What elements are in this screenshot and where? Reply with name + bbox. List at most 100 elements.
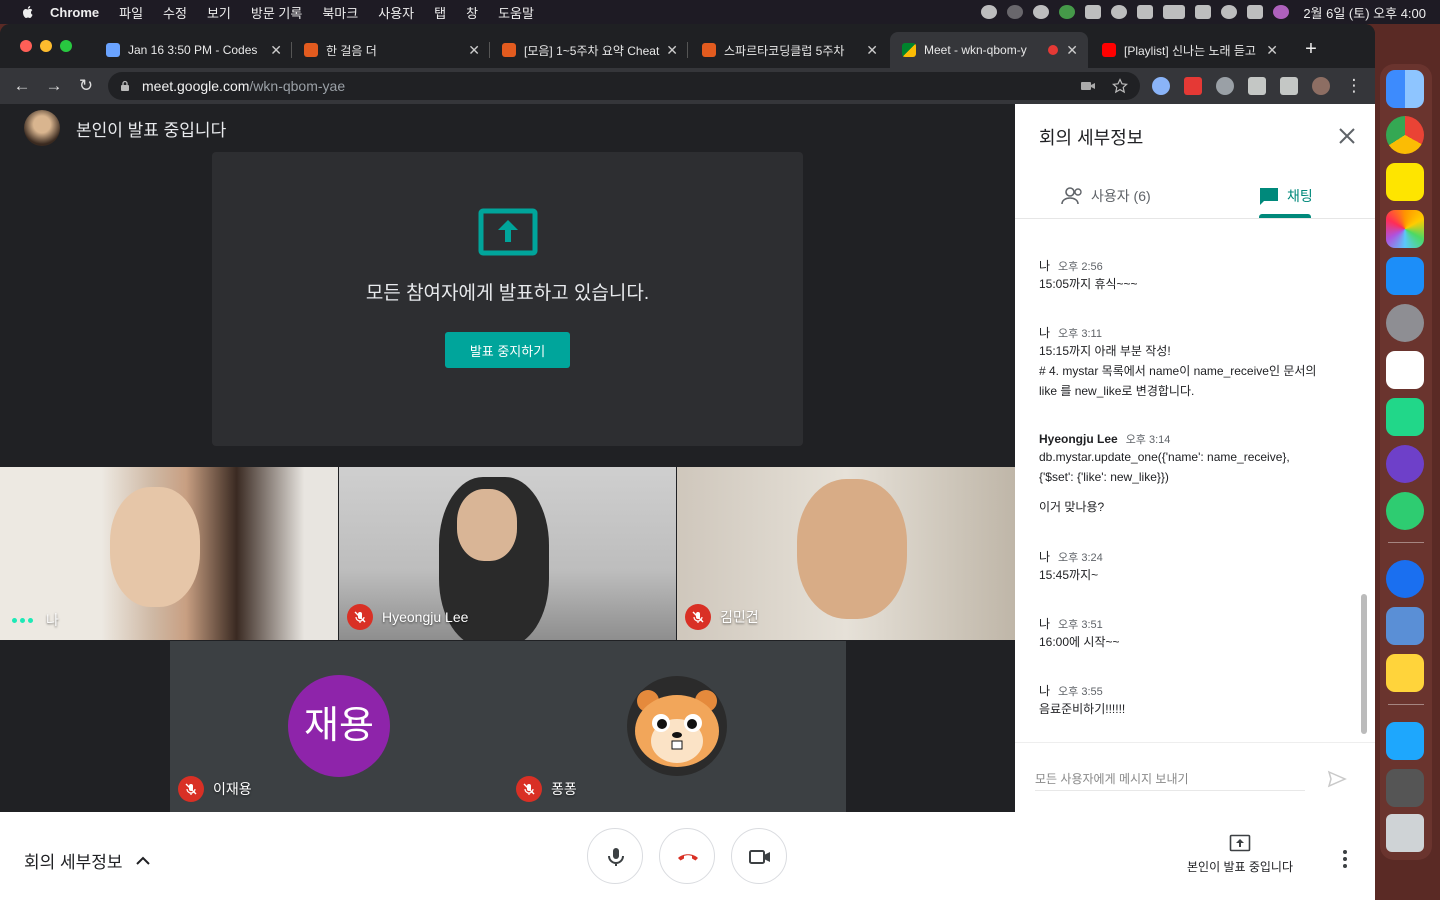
menubar-clock[interactable]: 2월 6일 (토) 오후 4:00 bbox=[1303, 3, 1426, 22]
github-desktop-icon[interactable] bbox=[1386, 445, 1424, 483]
menu-help[interactable]: 도움말 bbox=[498, 3, 534, 22]
presenting-now-button[interactable]: 본인이 발표 중입니다 bbox=[1180, 834, 1300, 875]
tab-youtube-playlist[interactable]: [Playlist] 신나는 노래 듣고 ✕ bbox=[1090, 32, 1288, 68]
close-tab-icon[interactable]: ✕ bbox=[1066, 42, 1078, 59]
extension-privacy-icon[interactable] bbox=[1152, 77, 1170, 95]
apple-icon[interactable] bbox=[20, 4, 36, 20]
network-icon[interactable] bbox=[1085, 5, 1102, 19]
finder-icon[interactable] bbox=[1386, 70, 1424, 108]
media-control-icon[interactable] bbox=[1280, 77, 1298, 95]
microphone-button[interactable] bbox=[587, 828, 643, 884]
password-manager-icon[interactable] bbox=[1033, 5, 1050, 19]
video-tile-leejaeyong[interactable]: 재용 이재용 bbox=[170, 641, 508, 812]
presentation-card: 모든 참여자에게 발표하고 있습니다. 발표 중지하기 bbox=[212, 152, 803, 446]
profile-avatar[interactable] bbox=[1312, 77, 1330, 95]
presenting-message: 모든 참여자에게 발표하고 있습니다. bbox=[365, 283, 650, 304]
video-tile-pongpong[interactable]: 퐁퐁 bbox=[508, 641, 846, 812]
close-tab-icon[interactable]: ✕ bbox=[666, 42, 678, 59]
recording-indicator-icon bbox=[1048, 45, 1058, 55]
dollar-icon[interactable] bbox=[1059, 5, 1076, 19]
menu-edit[interactable]: 수정 bbox=[163, 3, 187, 22]
tab-meet[interactable]: Meet - wkn-qbom-y ✕ bbox=[890, 32, 1088, 68]
chat-scrollbar[interactable] bbox=[1361, 594, 1367, 734]
close-icon[interactable] bbox=[1337, 126, 1357, 146]
participant-face bbox=[110, 487, 200, 607]
control-center-icon[interactable] bbox=[1247, 5, 1264, 19]
extensions-puzzle-icon[interactable] bbox=[1248, 77, 1266, 95]
minimize-window-button[interactable] bbox=[40, 40, 52, 52]
new-tab-button[interactable]: + bbox=[1300, 38, 1322, 61]
trash-icon[interactable] bbox=[1386, 814, 1424, 852]
forward-button[interactable]: → bbox=[42, 74, 66, 98]
slack-icon[interactable] bbox=[1386, 351, 1424, 389]
minimized-window-icon[interactable] bbox=[1386, 769, 1424, 807]
tab-sparta-week5[interactable]: 스파르타코딩클럽 5주차 ✕ bbox=[690, 32, 888, 68]
menu-app-name[interactable]: Chrome bbox=[50, 5, 99, 20]
camera-button[interactable] bbox=[731, 828, 787, 884]
close-window-button[interactable] bbox=[20, 40, 32, 52]
stop-presenting-button[interactable]: 발표 중지하기 bbox=[445, 332, 570, 368]
camera-in-use-icon[interactable] bbox=[1080, 79, 1096, 93]
play-icon[interactable] bbox=[1111, 5, 1128, 19]
menu-profiles[interactable]: 사용자 bbox=[378, 3, 414, 22]
siri-icon[interactable] bbox=[1273, 5, 1290, 19]
close-tab-icon[interactable]: ✕ bbox=[270, 42, 282, 59]
tab-one-step-more[interactable]: 한 걸음 더 ✕ bbox=[292, 32, 490, 68]
menu-bookmarks[interactable]: 북마크 bbox=[322, 3, 358, 22]
chrome-icon[interactable] bbox=[1386, 116, 1424, 154]
video-tile-self[interactable]: 나 bbox=[0, 467, 338, 640]
url-path: /wkn-qbom-yae bbox=[249, 78, 346, 94]
close-tab-icon[interactable]: ✕ bbox=[468, 42, 480, 59]
pycharm-icon[interactable] bbox=[1386, 398, 1424, 436]
chat-messages[interactable]: 나 오후 2:56 15:05까지 휴식~~~ 나 오후 3:11 15:15까지 … bbox=[1015, 219, 1375, 742]
tab-chat[interactable]: 채팅 bbox=[1259, 174, 1313, 218]
menu-tab[interactable]: 탭 bbox=[434, 3, 446, 22]
zoom-window-button[interactable] bbox=[60, 40, 72, 52]
camera-icon bbox=[749, 850, 770, 864]
battery-icon[interactable] bbox=[1163, 5, 1186, 19]
address-bar[interactable]: meet.google.com/wkn-qbom-yae bbox=[108, 72, 1140, 100]
app-store-icon[interactable] bbox=[1386, 257, 1424, 295]
reload-button[interactable]: ↻ bbox=[74, 74, 98, 98]
link-icon[interactable] bbox=[1195, 5, 1212, 19]
close-tab-icon[interactable]: ✕ bbox=[866, 42, 878, 59]
extension-circle-icon[interactable] bbox=[1216, 77, 1234, 95]
chat-input-area bbox=[1015, 742, 1375, 812]
menu-history[interactable]: 방문 기록 bbox=[251, 3, 302, 22]
more-options-icon[interactable] bbox=[1334, 848, 1356, 870]
menu-view[interactable]: 보기 bbox=[207, 3, 231, 22]
loading-icon[interactable] bbox=[1007, 5, 1024, 19]
video-tile-hyeongju[interactable]: Hyeongju Lee bbox=[339, 467, 676, 640]
leave-call-button[interactable] bbox=[659, 828, 715, 884]
message-text: # 4. mystar 목록에서 name이 name_receive인 문서의 bbox=[1039, 364, 1317, 378]
chat-icon bbox=[1260, 188, 1278, 205]
photos-icon[interactable] bbox=[1386, 210, 1424, 248]
tab-people[interactable]: 사용자 (6) bbox=[1061, 174, 1151, 218]
bookmark-star-icon[interactable] bbox=[1112, 78, 1128, 94]
extension-tp-icon[interactable] bbox=[1184, 77, 1202, 95]
message-text: 15:15까지 아래 부분 작성! bbox=[1039, 344, 1171, 358]
menu-window[interactable]: 창 bbox=[466, 3, 478, 22]
input-source-icon[interactable] bbox=[1137, 5, 1154, 19]
python-launcher-icon[interactable] bbox=[1386, 654, 1424, 692]
onepassword-icon[interactable] bbox=[1386, 560, 1424, 598]
meeting-details-toggle[interactable]: 회의 세부정보 bbox=[24, 848, 151, 873]
tab-cheat-sheet[interactable]: [모음] 1~5주차 요약 Cheat ✕ bbox=[490, 32, 688, 68]
hang-up-icon bbox=[678, 854, 698, 861]
tab-codesandbox[interactable]: Jan 16 3:50 PM - Codes ✕ bbox=[94, 32, 292, 68]
spotlight-search-icon[interactable] bbox=[1221, 5, 1238, 19]
rocket-app-icon[interactable] bbox=[1386, 492, 1424, 530]
video-tile-kimmingeon[interactable]: 김민건 bbox=[677, 467, 1015, 640]
speaking-indicator-icon bbox=[12, 615, 36, 625]
kakaotalk-icon[interactable] bbox=[1386, 163, 1424, 201]
status-icon[interactable] bbox=[981, 5, 998, 19]
downloads-folder-icon[interactable] bbox=[1386, 722, 1424, 760]
menu-file[interactable]: 파일 bbox=[119, 3, 143, 22]
close-tab-icon[interactable]: ✕ bbox=[1266, 42, 1278, 59]
system-preferences-icon[interactable] bbox=[1386, 304, 1424, 342]
send-icon[interactable] bbox=[1327, 769, 1347, 789]
preview-icon[interactable] bbox=[1386, 607, 1424, 645]
back-button[interactable]: ← bbox=[10, 74, 34, 98]
chat-message-input[interactable] bbox=[1035, 767, 1305, 791]
chrome-menu-icon[interactable]: ⋮ bbox=[1342, 74, 1366, 98]
